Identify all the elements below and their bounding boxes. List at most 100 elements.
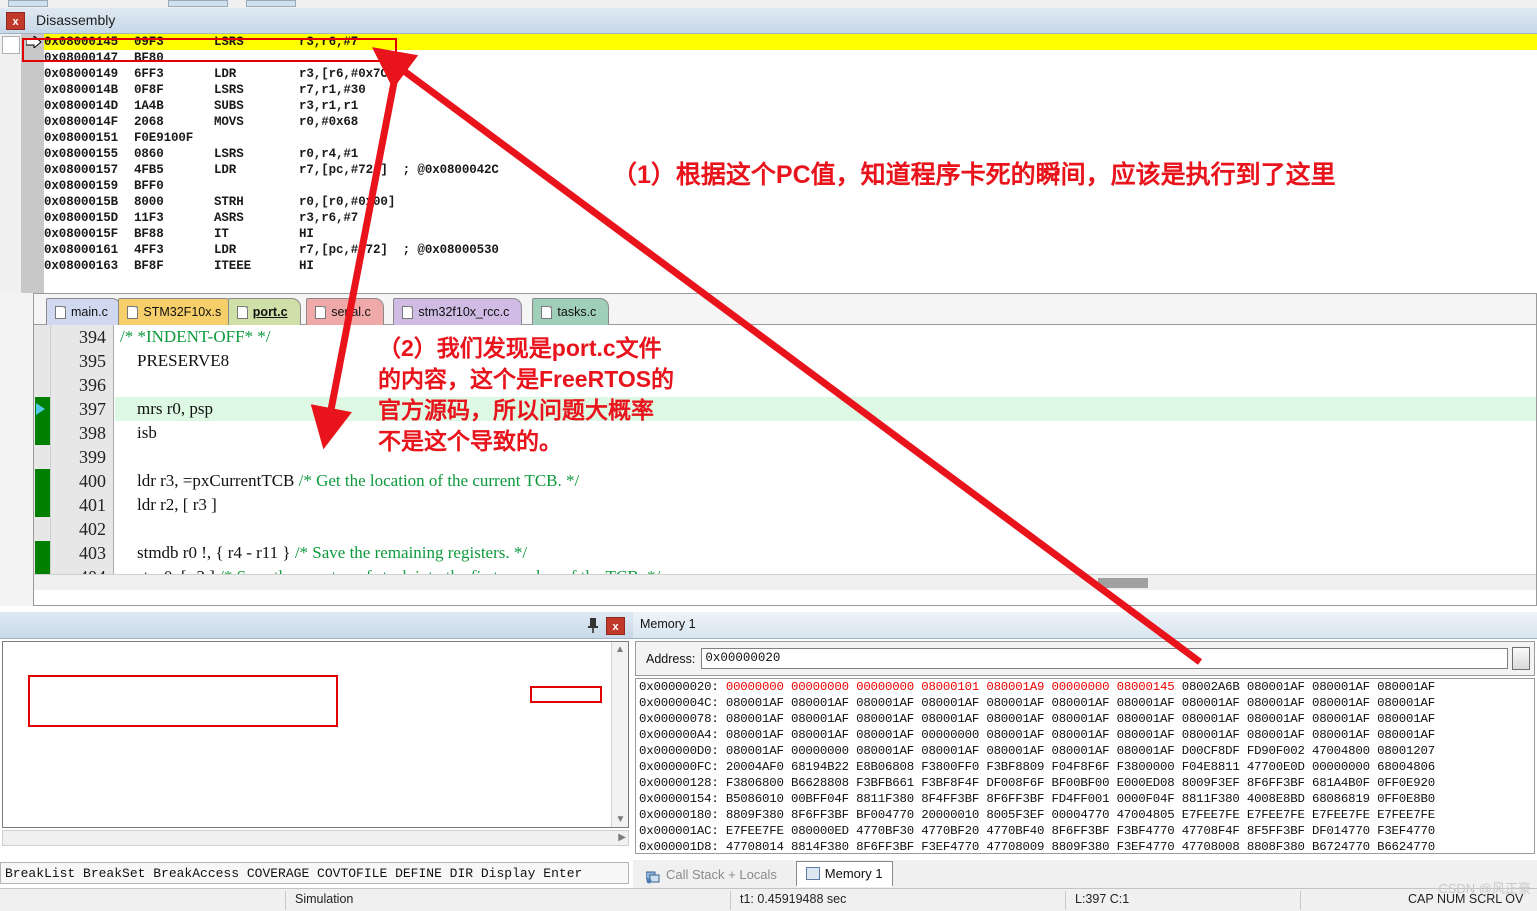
close-icon[interactable]: x: [606, 617, 625, 635]
code-line[interactable]: [120, 517, 1536, 541]
disassembly-line[interactable]: 0x0800015B 8000 STRH r0,[r0,#0x00]: [44, 194, 1537, 210]
memory-cell[interactable]: 080001AF: [856, 696, 921, 710]
toolbar-chip-1[interactable]: [8, 0, 48, 7]
code-horizontal-scrollbar[interactable]: [34, 574, 1536, 590]
memory-cell[interactable]: B6724770: [1312, 840, 1377, 853]
memory-cell[interactable]: 080001AF: [1182, 728, 1247, 742]
memory-cell[interactable]: 080001AF: [726, 744, 791, 758]
memory-cell[interactable]: B5086010: [726, 792, 791, 806]
memory-cell[interactable]: 47708009: [986, 840, 1051, 853]
memory-cell[interactable]: F04F8F6F: [1051, 760, 1116, 774]
disassembly-line[interactable]: 0x0800015D 11F3 ASRS r3,r6,#7: [44, 210, 1537, 226]
memory-cell[interactable]: 080001AF: [1117, 712, 1182, 726]
memory-cell[interactable]: 080001AF: [986, 728, 1051, 742]
memory-cell[interactable]: 080000ED: [791, 824, 856, 838]
memory-cell[interactable]: 080001AF: [921, 712, 986, 726]
memory-cell[interactable]: 0FF0E920: [1377, 776, 1435, 790]
code-line[interactable]: isb: [120, 421, 1536, 445]
memory-cell[interactable]: 080001AF: [1051, 728, 1116, 742]
memory-cell[interactable]: E7FEE7FE: [1377, 808, 1435, 822]
memory-cell[interactable]: 20000010: [921, 808, 986, 822]
memory-cell[interactable]: 00000000: [856, 680, 921, 694]
memory-cell[interactable]: F3BFB661: [856, 776, 921, 790]
memory-cell[interactable]: 080001AF: [1312, 712, 1377, 726]
memory-cell[interactable]: DF008F6F: [986, 776, 1051, 790]
memory-cell[interactable]: F3BF4770: [1117, 824, 1182, 838]
command-horizontal-scrollbar[interactable]: ▶: [2, 830, 629, 846]
memory-cell[interactable]: 080001AF: [1377, 680, 1435, 694]
toolbar-chip-2[interactable]: [168, 0, 228, 7]
memory-cell[interactable]: 8F4FF3BF: [921, 792, 986, 806]
memory-cell[interactable]: 080001AF: [1247, 712, 1312, 726]
memory-cell[interactable]: 00000000: [1051, 680, 1116, 694]
toolbar-chip-3[interactable]: [246, 0, 296, 7]
memory-cell[interactable]: 47708008: [1182, 840, 1247, 853]
memory-cell[interactable]: 0FF0E8B0: [1377, 792, 1435, 806]
disassembly-line[interactable]: 0x08000161 4FF3 LDR r7,[pc,#972] ; @0x08000…: [44, 242, 1537, 258]
memory-cell[interactable]: E7FEE7FE: [1247, 808, 1312, 822]
memory-row[interactable]: 0x000000D0: 080001AF 00000000 080001AF 0…: [636, 743, 1534, 759]
memory-cell[interactable]: D00CF8DF: [1182, 744, 1247, 758]
memory-row[interactable]: 0x00000078: 080001AF 080001AF 080001AF 0…: [636, 711, 1534, 727]
disassembly-line[interactable]: 0x0800015F BF88 IT HI: [44, 226, 1537, 242]
memory-cell[interactable]: BF00BF00: [1051, 776, 1116, 790]
address-input[interactable]: 0x00000020: [701, 648, 1508, 669]
memory-cell[interactable]: 8F6FF3BF: [1051, 824, 1116, 838]
memory-cell[interactable]: 08000145: [1117, 680, 1182, 694]
editor-tab-tasks-c[interactable]: tasks.c: [532, 298, 610, 325]
memory-cell[interactable]: F04E8811: [1182, 760, 1247, 774]
scroll-up-icon[interactable]: ▲: [612, 644, 628, 655]
disassembly-line[interactable]: 0x08000157 4FB5 LDR r7,[pc,#724] ; @0x08000…: [44, 162, 1537, 178]
memory-row[interactable]: 0x000001AC: E7FEE7FE 080000ED 4770BF30 4…: [636, 823, 1534, 839]
pin-icon[interactable]: [586, 617, 600, 633]
disassembly-line[interactable]: 0x08000155 0860 LSRS r0,r4,#1: [44, 146, 1537, 162]
memory-cell[interactable]: F3806800: [726, 776, 791, 790]
memory-cell[interactable]: F3BF8F4F: [921, 776, 986, 790]
memory-cell[interactable]: 68086819: [1312, 792, 1377, 806]
memory-cell[interactable]: 080001AF: [1117, 744, 1182, 758]
memory-cell[interactable]: 080001AF: [986, 744, 1051, 758]
memory-cell[interactable]: 0000F04F: [1117, 792, 1182, 806]
memory-cell[interactable]: 080001AF: [856, 712, 921, 726]
disassembly-line-list[interactable]: 0x08000145 09F3 LSRS r3,r6,#7 0x08000147 BF80…: [44, 34, 1537, 293]
memory-row[interactable]: 0x00000020: 00000000 00000000 00000000 0…: [636, 679, 1534, 695]
disassembly-line[interactable]: 0x08000147 BF80: [44, 50, 1537, 66]
code-line[interactable]: [120, 373, 1536, 397]
memory-cell[interactable]: 8005F3EF: [986, 808, 1051, 822]
command-keyword-bar[interactable]: BreakList BreakSet BreakAccess COVERAGE …: [0, 862, 629, 884]
memory-cell[interactable]: 080001AF: [726, 696, 791, 710]
memory-cell[interactable]: 08001207: [1377, 744, 1435, 758]
editor-tab-stm32f10x_rcc-c[interactable]: stm32f10x_rcc.c: [393, 298, 523, 325]
memory-cell[interactable]: 00000000: [791, 744, 856, 758]
memory-cell[interactable]: E7FEE7FE: [1182, 808, 1247, 822]
memory-cell[interactable]: 00000000: [726, 680, 791, 694]
memory-cell[interactable]: 00BFF04F: [791, 792, 856, 806]
memory-cell[interactable]: 080001AF: [1312, 696, 1377, 710]
scroll-right-icon[interactable]: ▶: [618, 832, 626, 843]
memory-cell[interactable]: 8009F3EF: [1182, 776, 1247, 790]
memory-row[interactable]: 0x000001D8: 47708014 8814F380 8F6FF3BF F…: [636, 839, 1534, 853]
memory-cell[interactable]: 4770BF30: [856, 824, 921, 838]
memory-cell[interactable]: 080001AF: [1117, 728, 1182, 742]
code-line[interactable]: /* *INDENT-OFF* */: [120, 325, 1536, 349]
memory-cell[interactable]: 47004800: [1312, 744, 1377, 758]
memory-cell[interactable]: 080001AF: [1051, 696, 1116, 710]
memory-cell[interactable]: 8F6FF3BF: [986, 792, 1051, 806]
memory-cell[interactable]: 080001AF: [856, 744, 921, 758]
memory-cell[interactable]: 080001AF: [1312, 728, 1377, 742]
memory-cell[interactable]: 8811F380: [856, 792, 921, 806]
disassembly-line[interactable]: 0x0800014B 0F8F LSRS r7,r1,#30: [44, 82, 1537, 98]
memory-cell[interactable]: F3EF4770: [1377, 824, 1435, 838]
memory-cell[interactable]: B6624770: [1377, 840, 1435, 853]
memory-cell[interactable]: 8F5FF3BF: [1247, 824, 1312, 838]
memory-cell[interactable]: F3800000: [1117, 760, 1182, 774]
memory-cell[interactable]: 68004806: [1377, 760, 1435, 774]
memory-cell[interactable]: 080001AF: [1182, 712, 1247, 726]
memory-cell[interactable]: 080001AF: [856, 728, 921, 742]
memory-cell[interactable]: 47004805: [1117, 808, 1182, 822]
memory-cell[interactable]: 4770BF40: [986, 824, 1051, 838]
memory-cell[interactable]: E000ED08: [1117, 776, 1182, 790]
memory-row[interactable]: 0x0000004C: 080001AF 080001AF 080001AF 0…: [636, 695, 1534, 711]
code-line[interactable]: ldr r3, =pxCurrentTCB /* Get the locatio…: [120, 469, 1536, 493]
address-dropdown-button[interactable]: [1512, 647, 1530, 670]
